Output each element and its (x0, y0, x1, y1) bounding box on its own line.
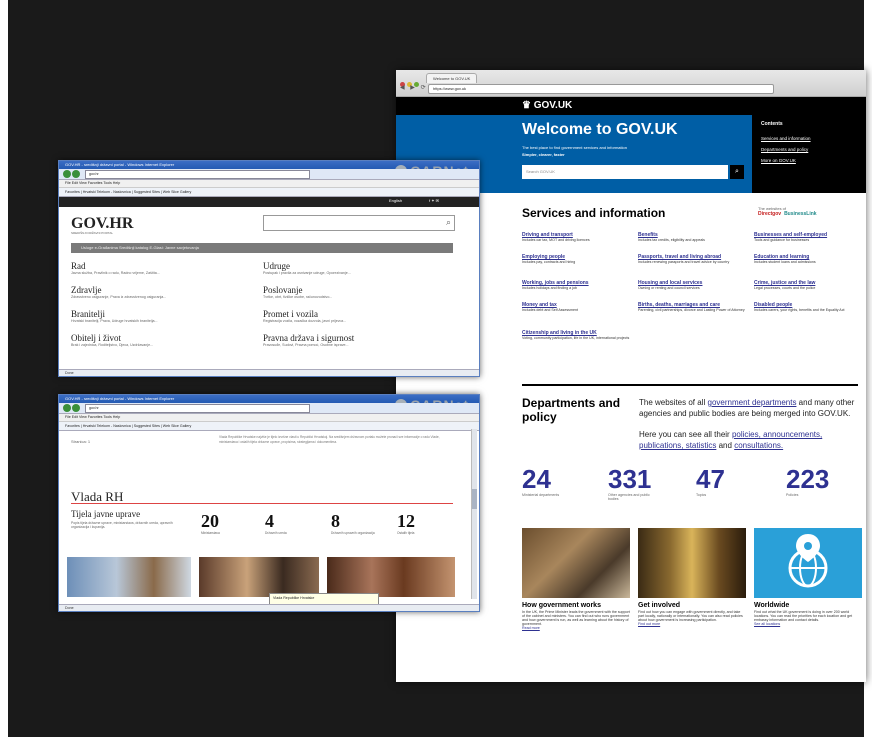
toolbar: gov.hr (59, 403, 479, 414)
intro-text: The best place to find government servic… (522, 145, 627, 150)
heading-rule (71, 503, 453, 504)
search-input[interactable]: ⌕ (263, 215, 455, 231)
service-link[interactable]: Businesses and self-employed Tools and gu… (754, 232, 864, 242)
hr-top-strip: English f ✦ ✉ (59, 197, 479, 207)
topic-link[interactable]: Promet i vozila Registracija vozila, voza… (263, 309, 443, 323)
directgov-badge: The websites of Directgov BusinessLink (758, 206, 817, 217)
cabinet-photo (522, 528, 630, 598)
main-nav[interactable]: Usluge e-Građanima Središnji katalog E-G… (71, 243, 453, 253)
back-button[interactable] (63, 170, 71, 178)
status-bar: Done (59, 604, 479, 611)
stat-topics[interactable]: 47 Topics (696, 465, 746, 497)
topic-link[interactable]: Poslovanje Tvrtke, obrt, fizičke osobe, r… (263, 285, 443, 299)
forward-button[interactable] (72, 170, 80, 178)
search-icon[interactable]: ⌕ (446, 217, 451, 228)
service-link[interactable]: Housing and local services Owning or rent… (638, 280, 748, 290)
back-button[interactable] (63, 404, 71, 412)
govuk-logo[interactable]: ♛ GOV.UK (522, 100, 572, 111)
toolbar: gov.hr (59, 169, 479, 180)
contents-panel: Contents Services and information Depart… (752, 115, 866, 193)
service-link[interactable]: Education and learning Includes student l… (754, 254, 864, 264)
directgov-logo: Directgov (758, 211, 782, 217)
businesslink-logo: BusinessLink (784, 211, 817, 217)
service-link[interactable]: Births, deaths, marriages and care Parent… (638, 302, 748, 312)
address-bar[interactable]: https://www.gov.uk (428, 84, 774, 94)
service-link[interactable]: Disabled people Includes carers, your rig… (754, 302, 864, 312)
menu-bar[interactable]: File Edit View Favorites Tools Help (59, 180, 479, 188)
page-title: Welcome to GOV.UK (522, 121, 678, 138)
service-link[interactable]: Employing people Includes pay, contracts … (522, 254, 632, 264)
topic-link[interactable]: Rad Javna služba, Pravilnik o radu, Radno… (71, 261, 251, 275)
govhr-browser-window-2[interactable]: GOV.HR - središnji državni portal - Wind… (58, 394, 480, 612)
government-departments-link[interactable]: government departments (708, 398, 797, 407)
topic-link[interactable]: Udruge Postupak i pravila za osnivanje ud… (263, 261, 443, 275)
govuk-header: ♛ GOV.UK (396, 97, 866, 115)
service-link[interactable]: Working, jobs and pensions Includes holid… (522, 280, 632, 290)
address-bar[interactable]: gov.hr (85, 170, 310, 179)
language-link[interactable]: English (389, 198, 402, 203)
contents-title: Contents (761, 121, 783, 127)
service-link[interactable]: Crime, justice and the law Legal processe… (754, 280, 864, 290)
search-input[interactable]: Search GOV.UK (522, 165, 728, 179)
nav-arrows[interactable]: ◀ ▶ ⟳ (400, 84, 428, 91)
page-indicator: Stranica: 1 (71, 439, 91, 444)
stat-organizations[interactable]: 8 Državnih upravnih organizacija (331, 511, 381, 535)
library-photo (638, 528, 746, 598)
topic-link[interactable]: Pravna država i sigurnost Pravosuđe, Sudo… (263, 333, 443, 347)
menu-bar[interactable]: File Edit View Favorites Tools Help (59, 414, 479, 422)
service-link[interactable]: Citizenship and living in the UK Voting, … (522, 330, 632, 340)
section-divider (522, 384, 858, 386)
search-icon[interactable]: ⌕ (730, 165, 744, 179)
stat-ministerial[interactable]: 24 Ministerial departments (522, 465, 572, 497)
contents-link[interactable]: Services and information (761, 133, 811, 144)
departments-title: Departments and policy (522, 396, 621, 424)
social-icons[interactable]: f ✦ ✉ (429, 198, 439, 203)
intro-tagline: Simpler, clearer, faster (522, 152, 565, 157)
meeting-photo (199, 557, 319, 597)
stat-offices[interactable]: 4 Državnih ureda (265, 511, 315, 535)
services-section: Services and information The websites of… (522, 206, 862, 340)
frame-left (0, 0, 8, 737)
forward-button[interactable] (72, 404, 80, 412)
subheading-desc: Popis tijela državne uprave, ministarsta… (71, 521, 173, 530)
topic-link[interactable]: Branitelji Hrvatski branitelji, Prava, Ud… (71, 309, 251, 323)
browser-tab[interactable]: Welcome to GOV.UK (426, 73, 478, 83)
contents-link[interactable]: More on GOV.UK (761, 155, 811, 166)
service-link[interactable]: Driving and transport Includes car tax, M… (522, 232, 632, 242)
favorites-bar[interactable]: Favorites | Hrvatski Telekom - Naslovnic… (59, 422, 479, 431)
favorites-bar[interactable]: Favorites | Hrvatski Telekom - Naslovnic… (59, 188, 479, 197)
departments-text: The websites of all government departmen… (639, 398, 855, 418)
card-get-involved[interactable]: Get involved Find out how you can engage… (638, 528, 746, 626)
service-link[interactable]: Money and tax Includes debt and Self Asse… (522, 302, 632, 312)
departments-text-2: Here you can see all their policies, ann… (639, 430, 823, 450)
browser-chrome: Welcome to GOV.UK ◀ ▶ ⟳ https://www.gov.… (396, 70, 866, 97)
stat-other[interactable]: 12 Ostalih tijela (397, 511, 447, 535)
topic-link[interactable]: Obitelj i život Brak i zajednica, Roditel… (71, 333, 251, 347)
scrollbar[interactable] (471, 429, 477, 599)
stat-policies[interactable]: 223 Policies (786, 465, 836, 497)
scrollbar-thumb[interactable] (472, 489, 477, 509)
intro-paragraph: Vlada Republike Hrvatske najviše je tije… (219, 435, 440, 444)
stat-agencies[interactable]: 331 Other agencies and public bodies (608, 465, 658, 501)
card-worldwide[interactable]: Worldwide Find out what the UK governmen… (754, 528, 862, 626)
contents-list: Services and information Departments and… (761, 133, 811, 166)
service-link[interactable]: Benefits Includes tax credits, eligibilit… (638, 232, 748, 242)
consultations-link[interactable]: consultations. (734, 441, 783, 450)
status-bar: Done (59, 369, 479, 376)
govhr-browser-window-1[interactable]: GOV.HR - središnji državni portal - Wind… (58, 160, 480, 377)
parliament-photo (327, 557, 455, 597)
govhr-logo-sub: SREDIŠNJI DRŽAVNI PORTAL (71, 231, 114, 235)
globe-icon (754, 528, 862, 598)
address-bar[interactable]: gov.hr (85, 404, 310, 413)
topic-link[interactable]: Zdravlje Zdravstveno osiguranje, Prava iz… (71, 285, 251, 299)
contents-link[interactable]: Departments and policy (761, 144, 811, 155)
service-link[interactable]: Passports, travel and living abroad Inclu… (638, 254, 748, 264)
stat-ministries[interactable]: 20 Ministarstava (201, 511, 251, 535)
subheading-link[interactable]: Tijela javne uprave (71, 509, 140, 519)
government-building-photo (67, 557, 191, 597)
card-how-government-works[interactable]: How government works In the UK, the Prim… (522, 528, 630, 630)
